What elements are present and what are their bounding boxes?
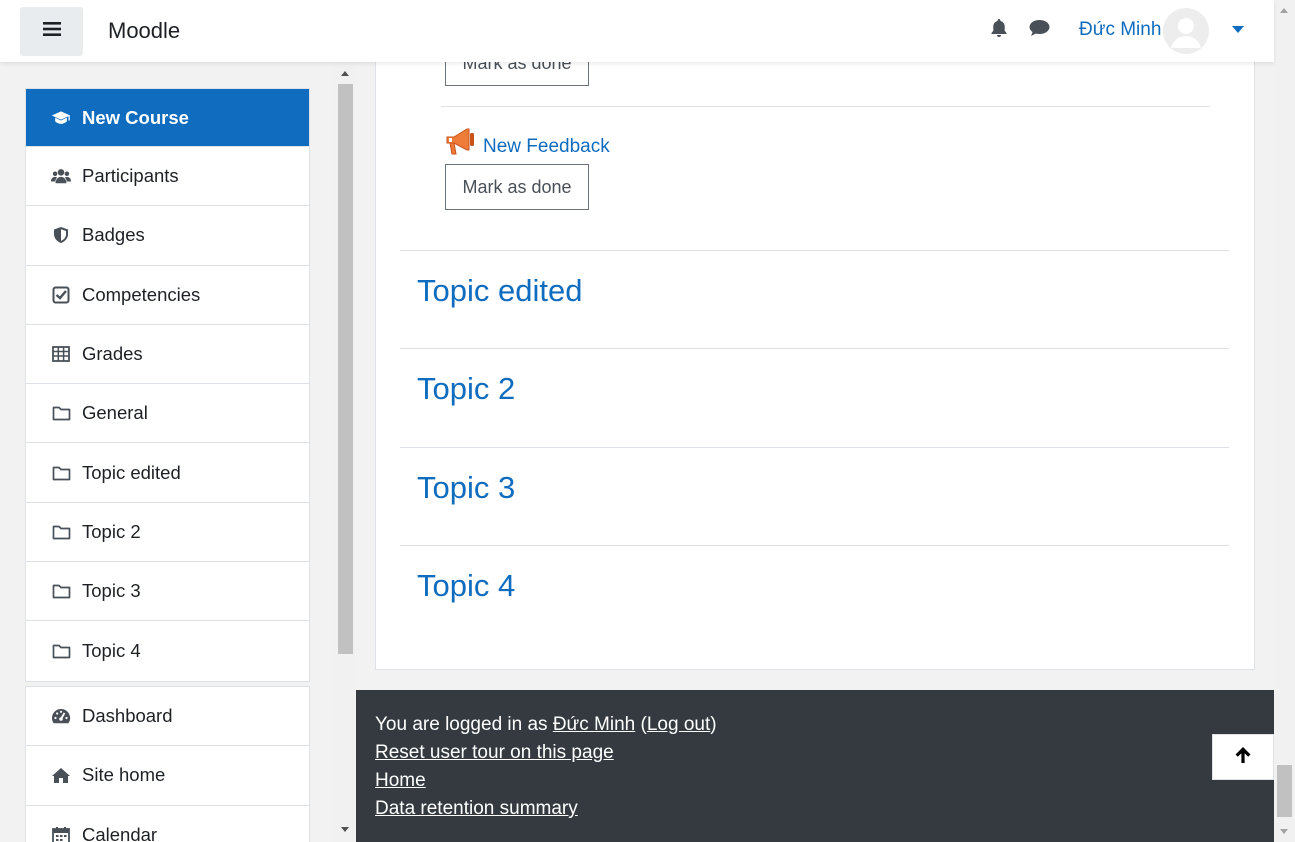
drawer-item-competencies[interactable]: Competencies [26, 266, 309, 325]
drawer-item-dashboard[interactable]: Dashboard [26, 687, 309, 747]
drawer-item-label: Dashboard [82, 705, 173, 727]
drawer-item-topic-3[interactable]: Topic 3 [26, 562, 309, 622]
drawer-item-grades[interactable]: Grades [26, 325, 309, 385]
drawer-item-label: Site home [82, 764, 166, 786]
folder-icon [51, 641, 71, 661]
top-navbar: Moodle Đức Minh [0, 0, 1274, 62]
drawer-item-general[interactable]: General [26, 384, 309, 444]
messages-button[interactable] [1028, 19, 1050, 41]
drawer-item-label: Topic 2 [82, 520, 141, 542]
calendar-icon [51, 825, 71, 842]
scrollbar-thumb[interactable] [338, 84, 353, 654]
notifications-button[interactable] [988, 18, 1010, 43]
site-nav-list: Dashboard Site home Calendar [25, 686, 310, 842]
chat-icon [1029, 19, 1050, 42]
paren-close: ) [710, 714, 717, 735]
drawer-item-badges[interactable]: Badges [26, 206, 309, 266]
drawer-item-label: New Course [82, 106, 189, 128]
user-menu-name[interactable]: Đức Minh [1079, 19, 1161, 41]
section-title-topic-edited[interactable]: Topic edited [417, 273, 582, 309]
folder-icon [51, 522, 71, 542]
scroll-down-arrow-icon[interactable] [1280, 829, 1288, 834]
table-icon [51, 344, 71, 364]
drawer-item-new-course[interactable]: New Course [26, 89, 309, 147]
scroll-down-arrow-icon[interactable] [341, 827, 349, 832]
drawer-item-label: Topic edited [82, 461, 181, 483]
reset-user-tour-link[interactable]: Reset user tour on this page [375, 742, 614, 763]
scrollbar-thumb[interactable] [1277, 765, 1292, 817]
nav-drawer: New Course Participants Badges Competenc… [0, 62, 356, 842]
drawer-item-label: Grades [82, 343, 143, 365]
drawer-item-label: Topic 4 [82, 640, 141, 662]
section-divider [400, 250, 1229, 251]
footer-user-link[interactable]: Đức Minh [553, 714, 635, 735]
section-divider [400, 447, 1229, 448]
drawer-item-label: Calendar [82, 824, 158, 842]
drawer-item-label: Badges [82, 224, 145, 246]
drawer-item-site-home[interactable]: Site home [26, 746, 309, 806]
drawer-item-calendar[interactable]: Calendar [26, 806, 309, 842]
activity-link-new-feedback[interactable]: New Feedback [445, 126, 610, 162]
mark-as-done-button[interactable]: Mark as done [445, 164, 589, 210]
page-scrollbar[interactable] [1274, 0, 1295, 842]
section-divider [400, 348, 1229, 349]
check-square-icon [51, 285, 71, 305]
activity-label: New Feedback [483, 136, 610, 157]
shield-icon [51, 225, 71, 245]
home-icon [51, 765, 71, 785]
drawer-scrollbar[interactable] [335, 62, 356, 842]
folder-icon [51, 463, 71, 483]
folder-icon [51, 403, 71, 423]
menu-icon [42, 21, 61, 42]
section-title-topic-3[interactable]: Topic 3 [417, 470, 515, 506]
login-info-prefix: You are logged in as [375, 714, 553, 735]
paren-open: ( [635, 714, 647, 735]
users-icon [51, 166, 71, 186]
drawer-item-participants[interactable]: Participants [26, 147, 309, 207]
logout-link[interactable]: Log out [647, 714, 710, 735]
drawer-toggle-button[interactable] [20, 7, 83, 56]
page-footer: You are logged in as Đức Minh (Log out) … [356, 690, 1274, 842]
section-divider [400, 545, 1229, 546]
course-nav-list: New Course Participants Badges Competenc… [25, 88, 310, 682]
bell-icon [990, 18, 1008, 43]
login-info: You are logged in as Đức Minh (Log out) [375, 714, 717, 736]
home-link[interactable]: Home [375, 770, 426, 791]
back-to-top-button[interactable] [1212, 734, 1274, 780]
megaphone-icon [445, 126, 476, 162]
section-title-topic-2[interactable]: Topic 2 [417, 371, 515, 407]
chevron-down-icon[interactable] [1232, 26, 1244, 33]
drawer-item-label: Competencies [82, 283, 201, 305]
avatar[interactable] [1163, 8, 1209, 54]
drawer-item-topic-edited[interactable]: Topic edited [26, 443, 309, 503]
data-retention-summary-link[interactable]: Data retention summary [375, 798, 578, 819]
folder-icon [51, 581, 71, 601]
drawer-item-label: General [82, 402, 148, 424]
arrow-up-icon [1234, 746, 1252, 769]
scroll-up-arrow-icon[interactable] [341, 71, 349, 76]
drawer-item-label: Participants [82, 165, 179, 187]
activity-divider [441, 106, 1210, 107]
scroll-up-arrow-icon[interactable] [1280, 8, 1288, 13]
section-title-topic-4[interactable]: Topic 4 [417, 568, 515, 604]
dashboard-icon [51, 706, 71, 726]
drawer-item-label: Topic 3 [82, 580, 141, 602]
graduation-cap-icon [51, 108, 71, 128]
drawer-item-topic-2[interactable]: Topic 2 [26, 503, 309, 563]
site-brand-link[interactable]: Moodle [108, 18, 180, 44]
drawer-item-topic-4[interactable]: Topic 4 [26, 621, 309, 680]
